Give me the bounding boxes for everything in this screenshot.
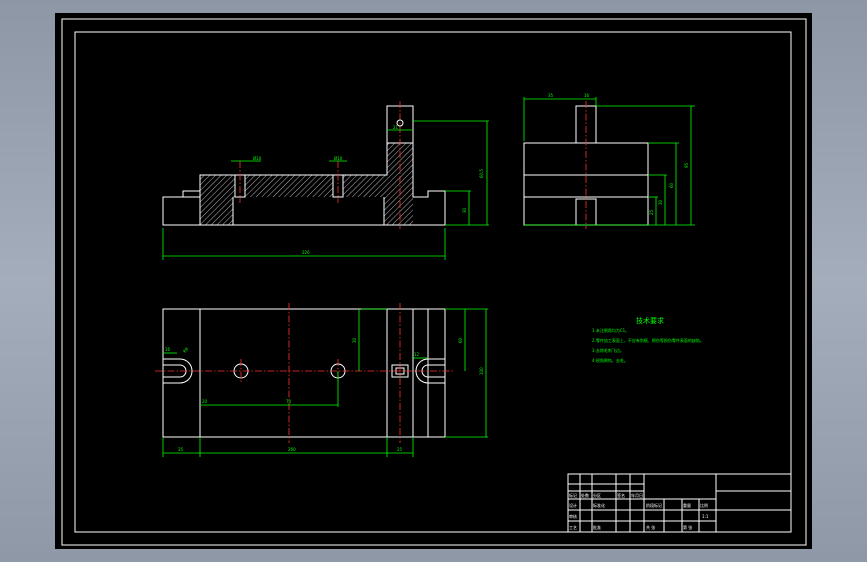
dim-side-low: 25 bbox=[649, 209, 654, 215]
tb-mark: 标记 bbox=[569, 492, 577, 498]
dim-plan-right: 25 bbox=[397, 447, 403, 452]
cad-drawing-viewport[interactable]: 226 60.5 30 21 Ø10 Ø10 35 16 95 60 30 25… bbox=[55, 13, 812, 549]
tb-sheet-no: 第 张 bbox=[683, 524, 692, 530]
dim-step-height: 30 bbox=[462, 207, 467, 213]
tech-line-3: 3.去除毛刺飞边。 bbox=[592, 347, 624, 353]
technical-requirements: 技术要求 1.未注倒角均为C1。 2.零件加工表面上，不应有划痕、擦伤等损伤零件… bbox=[592, 316, 704, 363]
dim-side-boss: 16 bbox=[584, 93, 590, 98]
dim-plan-left: 35 bbox=[178, 447, 184, 452]
outer-frame bbox=[61, 18, 807, 546]
dim-side-width: 35 bbox=[548, 93, 554, 98]
tb-approve: 批准 bbox=[593, 524, 601, 530]
tb-zone: 分区 bbox=[593, 492, 601, 498]
tb-count: 处数 bbox=[581, 492, 589, 498]
plan-view: 35 260 25 70 20 30 100 60 16 R8 12 bbox=[155, 303, 488, 457]
tb-std: 标准化 bbox=[593, 502, 605, 508]
dim-overall-length: 226 bbox=[302, 250, 310, 255]
tech-title: 技术要求 bbox=[636, 316, 664, 325]
tb-date: 年月日 bbox=[631, 492, 643, 498]
tb-total-sheets: 共 张 bbox=[646, 524, 655, 530]
tb-scale-value: 1:1 bbox=[702, 514, 709, 519]
tb-sign: 签名 bbox=[617, 492, 625, 498]
tech-line-1: 1.未注倒角均为C1。 bbox=[592, 327, 629, 333]
dim-pocket: 12 bbox=[414, 352, 420, 357]
dim-hole-1: Ø10 bbox=[253, 156, 262, 161]
tb-review: 审核 bbox=[569, 513, 577, 519]
front-section-view: 226 60.5 30 21 Ø10 Ø10 bbox=[162, 101, 489, 260]
title-block: 标记 处数 分区 签名 年月日 设计 标准化 阶段标记 重量 比例 审核 1:1… bbox=[567, 473, 792, 533]
dim-side-total: 95 bbox=[684, 162, 689, 168]
tb-design: 设计 bbox=[569, 502, 577, 508]
tb-stage: 阶段标记 bbox=[646, 502, 662, 508]
dim-plan-height: 100 bbox=[479, 367, 484, 375]
tb-process: 工艺 bbox=[569, 525, 577, 530]
tech-line-4: 4.锐角倒钝，去毛。 bbox=[592, 357, 628, 363]
dim-slot-width: 16 bbox=[165, 347, 171, 352]
dim-boss-width: 21 bbox=[393, 125, 399, 130]
tb-scale: 比例 bbox=[700, 502, 708, 508]
tb-weight: 重量 bbox=[683, 502, 691, 508]
tech-line-2: 2.零件加工表面上，不应有划痕、擦伤等损伤零件表面的缺陷。 bbox=[592, 337, 704, 343]
dim-side-body: 60 bbox=[669, 182, 674, 188]
dim-plan-d: 20 bbox=[202, 399, 208, 404]
dim-plan-f: 60 bbox=[458, 337, 463, 343]
dim-plan-mid: 260 bbox=[288, 447, 296, 452]
dim-hole-spacing: 70 bbox=[286, 399, 292, 404]
dim-slot-radius: R8 bbox=[182, 346, 190, 354]
inner-border bbox=[74, 31, 792, 533]
dim-height: 60.5 bbox=[479, 169, 484, 178]
side-view: 35 16 95 60 30 25 bbox=[523, 93, 695, 229]
dim-side-mid: 30 bbox=[658, 199, 663, 205]
dim-plan-c: 30 bbox=[352, 337, 357, 343]
dim-hole-2: Ø10 bbox=[334, 156, 343, 161]
drawing-sheet: 226 60.5 30 21 Ø10 Ø10 35 16 95 60 30 25… bbox=[61, 18, 807, 546]
